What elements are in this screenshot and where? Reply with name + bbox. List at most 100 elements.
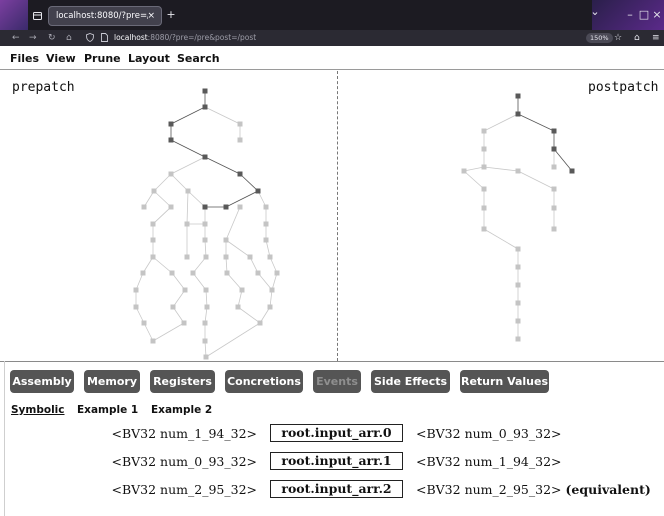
cfg-node [515, 246, 521, 252]
concretions-button[interactable]: Concretions [225, 370, 303, 393]
cfg-node [551, 186, 557, 192]
maximize-icon[interactable]: □ [638, 0, 650, 30]
cfg-node [237, 171, 243, 177]
cfg-edge [171, 272, 186, 291]
cfg-graph-canvas [133, 88, 575, 360]
cfg-edge [170, 106, 206, 125]
cfg-node [247, 254, 253, 260]
cfg-node [274, 270, 280, 276]
cfg-edge [483, 228, 519, 250]
minimize-icon[interactable]: – [624, 0, 636, 30]
cfg-node [181, 320, 187, 326]
address-bar[interactable]: localhost:8080/?pre=/pre&post=/post [114, 30, 256, 46]
browser-titlebar: localhost:8080/?pre=/pre × + ⌄ – □ × [0, 0, 664, 30]
page-icon [101, 30, 108, 46]
forward-icon[interactable]: → [29, 30, 37, 46]
menu-layout[interactable]: Layout [128, 46, 170, 72]
zoom-level-badge[interactable]: 150% [586, 33, 613, 43]
cfg-node [255, 188, 261, 194]
tab-list-chevron-icon[interactable]: ⌄ [588, 0, 602, 27]
tab-example-1[interactable]: Example 1 [77, 403, 138, 417]
cfg-edge [237, 306, 261, 324]
cfg-node [223, 204, 229, 210]
app-menu-icon[interactable]: ≡ [652, 30, 660, 46]
tab-close-icon[interactable]: × [147, 7, 155, 26]
cfg-edge [237, 289, 243, 308]
cfg-node [184, 254, 190, 260]
cfg-edge [204, 106, 241, 125]
cfg-node [237, 137, 243, 143]
variable-name: root.input_arr.2 [270, 480, 403, 498]
browser-navbar: ← → ↻ ⌂ localhost:8080/?pre=/pre&post=/p… [0, 30, 664, 46]
cfg-node [551, 205, 557, 211]
assembly-button[interactable]: Assembly [10, 370, 74, 393]
tab-example-2[interactable]: Example 2 [151, 403, 212, 417]
cfg-node [150, 338, 156, 344]
tab-overview-icon[interactable] [28, 0, 46, 30]
cfg-edge [153, 173, 172, 192]
menu-view[interactable]: View [46, 46, 76, 72]
postpatch-value: <BV32 num_0_93_32> [416, 426, 562, 441]
cfg-node [515, 336, 521, 342]
prepatch-value: <BV32 num_1_94_32> [111, 426, 257, 441]
memory-button[interactable]: Memory [84, 370, 140, 393]
cfg-node [202, 204, 208, 210]
close-window-icon[interactable]: × [651, 0, 663, 30]
table-row: <BV32 num_1_94_32> root.input_arr.0 <BV3… [0, 423, 664, 447]
cfg-edge [135, 272, 144, 291]
registers-button[interactable]: Registers [150, 370, 215, 393]
cfg-node [263, 237, 269, 243]
cfg-node [481, 146, 487, 152]
shield-icon[interactable] [86, 30, 94, 46]
cfg-node [168, 121, 174, 127]
cfg-edge [553, 148, 573, 172]
bookmark-star-icon[interactable]: ☆ [614, 30, 622, 46]
cfg-node [202, 154, 208, 160]
cfg-node [515, 93, 521, 99]
back-icon[interactable]: ← [12, 30, 20, 46]
cfg-node [169, 270, 175, 276]
table-row: <BV32 num_0_93_32> root.input_arr.1 <BV3… [0, 451, 664, 475]
menu-prune[interactable]: Prune [84, 46, 121, 72]
return-values-button[interactable]: Return Values [460, 370, 549, 393]
cfg-node [202, 320, 208, 326]
equivalent-note: (equivalent) [565, 482, 651, 497]
cfg-node [515, 111, 521, 117]
cfg-node [168, 204, 174, 210]
menu-bar: Files View Prune Layout Search [0, 46, 664, 70]
menu-files[interactable]: Files [10, 46, 39, 72]
cfg-edge [463, 166, 485, 172]
browser-tab[interactable]: localhost:8080/?pre=/pre × [48, 6, 162, 26]
cfg-node [203, 354, 209, 360]
side-effects-button[interactable]: Side Effects [371, 370, 450, 393]
cfg-edge [226, 272, 243, 291]
cfg-node [481, 128, 487, 134]
home-icon[interactable]: ⌂ [66, 30, 72, 46]
details-panel: Assembly Memory Registers Concretions Ev… [0, 362, 664, 516]
tab-symbolic[interactable]: Symbolic [11, 403, 65, 417]
cfg-node [569, 168, 575, 174]
cfg-node [170, 304, 176, 310]
events-button[interactable]: Events [313, 370, 361, 393]
cfg-node [515, 168, 521, 174]
cfg-edge [239, 173, 259, 192]
cfg-edge [517, 170, 555, 190]
menu-search[interactable]: Search [177, 46, 220, 72]
reload-icon[interactable]: ↻ [48, 30, 56, 46]
new-tab-icon[interactable]: + [164, 0, 178, 30]
cfg-edge [483, 113, 519, 132]
cfg-edge [204, 239, 207, 258]
extensions-icon[interactable]: ⌂ [634, 30, 640, 46]
cfg-node [168, 137, 174, 143]
cfg-node [204, 304, 210, 310]
cfg-node [203, 254, 209, 260]
cfg-node [141, 204, 147, 210]
cfg-node [263, 221, 269, 227]
cfg-edge [172, 289, 186, 308]
tab-title: localhost:8080/?pre=/pre [56, 11, 148, 21]
postpatch-value: <BV32 num_1_94_32> [416, 454, 562, 469]
cfg-edge [170, 156, 206, 175]
cfg-edge [225, 239, 251, 258]
cfg-node [150, 254, 156, 260]
cfg-node [151, 188, 157, 194]
